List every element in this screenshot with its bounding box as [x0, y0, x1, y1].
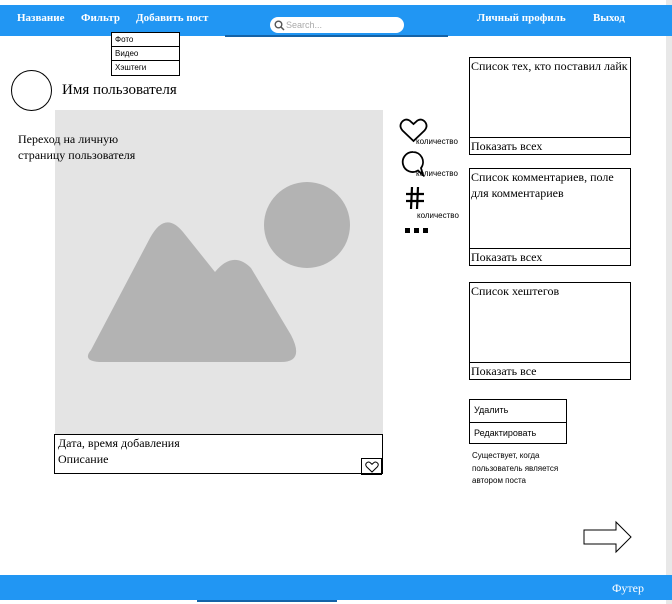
username[interactable]: Имя пользователя	[62, 82, 177, 99]
filter-dropdown: Фото Видео Хэштеги	[111, 32, 180, 76]
hashtags-panel-title: Список хештегов	[471, 284, 560, 298]
avatar[interactable]	[11, 70, 52, 111]
footer-underline	[197, 600, 337, 602]
post-like-button[interactable]	[361, 458, 382, 475]
post-description: Описание	[58, 452, 109, 466]
likes-show-all-button[interactable]: Показать всех	[470, 137, 630, 155]
arrow-right-icon[interactable]	[583, 520, 633, 554]
search-icon	[274, 20, 285, 31]
search-box	[270, 17, 404, 33]
comments-panel: Список комментариев, поле для комментари…	[469, 168, 631, 266]
like-count: количество	[416, 137, 458, 146]
top-navbar: Название Фильтр Добавить пост Личный про…	[0, 5, 672, 36]
navbar-underline	[225, 35, 448, 37]
owner-actions: Удалить Редактировать	[469, 399, 567, 444]
comments-show-all-button[interactable]: Показать всех	[470, 248, 630, 266]
owner-note: Существует, когда пользователь является …	[472, 451, 559, 485]
hashtags-show-all-button[interactable]: Показать все	[470, 362, 630, 380]
nav-logout[interactable]: Выход	[593, 12, 625, 24]
hashtags-panel: Список хештегов Показать все	[469, 282, 631, 380]
filter-item-photo[interactable]: Фото	[112, 33, 179, 46]
comments-panel-title[interactable]: Список комментариев, поле для комментари…	[470, 169, 621, 201]
delete-button[interactable]: Удалить	[470, 400, 566, 422]
more-icon[interactable]	[404, 227, 430, 235]
profile-link[interactable]: Переход на личную страницу пользователя	[18, 131, 158, 163]
filter-item-hashtags[interactable]: Хэштеги	[112, 61, 179, 74]
nav-profile[interactable]: Личный профиль	[477, 12, 566, 24]
likes-panel: Список тех, кто поставил лайк Показать в…	[469, 57, 631, 155]
nav-add-post[interactable]: Добавить пост	[136, 12, 208, 24]
edit-button[interactable]: Редактировать	[470, 423, 566, 443]
hashtag-icon[interactable]	[404, 186, 426, 210]
window-edge	[666, 0, 672, 604]
likes-panel-title: Список тех, кто поставил лайк	[471, 59, 628, 73]
post-date: Дата, время добавления	[58, 436, 180, 450]
hashtag-count: количество	[417, 211, 459, 220]
nav-filter[interactable]: Фильтр	[81, 12, 120, 24]
search-input[interactable]	[286, 19, 398, 31]
comment-count: количество	[416, 169, 458, 178]
footer-text: Футер	[611, 581, 644, 595]
post-meta: Дата, время добавления Описание	[54, 434, 383, 475]
heart-icon	[364, 461, 379, 473]
nav-title[interactable]: Название	[17, 12, 64, 24]
footer: Футер	[0, 575, 672, 600]
filter-item-video[interactable]: Видео	[112, 47, 179, 60]
